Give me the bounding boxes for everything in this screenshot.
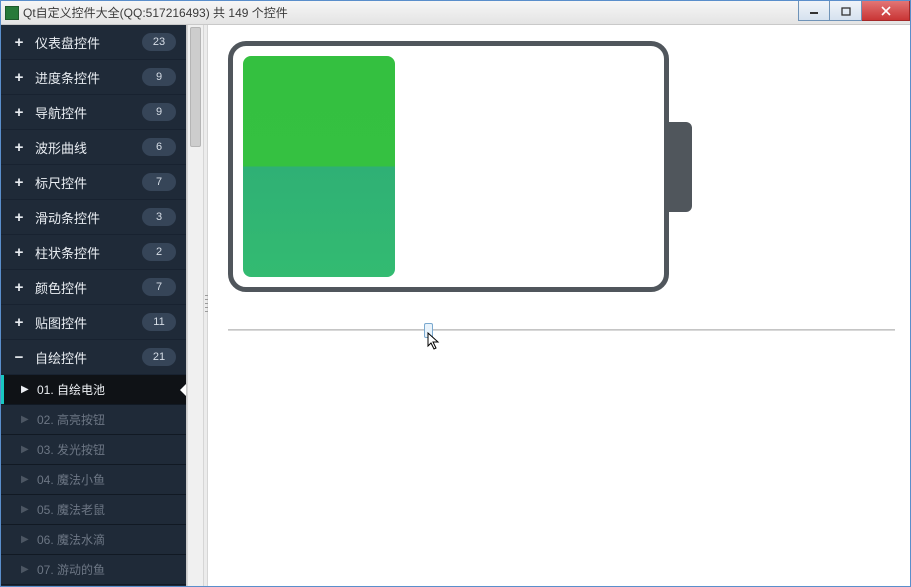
collapse-icon: − bbox=[11, 349, 27, 366]
sidebar-scrollbar[interactable] bbox=[187, 25, 203, 586]
sidebar-item-label: 03. 发光按钮 bbox=[37, 441, 105, 458]
caret-icon: ▶ bbox=[21, 414, 31, 425]
slider-track bbox=[228, 329, 895, 331]
sidebar-cat-5[interactable]: + 滑动条控件3 bbox=[1, 200, 186, 235]
sidebar-cat-8[interactable]: + 贴图控件11 bbox=[1, 305, 186, 340]
sidebar-cat-0[interactable]: + 仪表盘控件23 bbox=[1, 25, 186, 60]
scrollbar-thumb[interactable] bbox=[190, 27, 201, 147]
sidebar-item-5[interactable]: ▶ 06. 魔法水滴 bbox=[1, 525, 186, 555]
sidebar-item-label: 02. 高亮按钮 bbox=[37, 411, 105, 428]
window-controls bbox=[798, 1, 910, 21]
caret-icon: ▶ bbox=[21, 564, 31, 575]
expand-icon: + bbox=[11, 104, 27, 121]
sidebar-cat-9[interactable]: −自绘控件21 bbox=[1, 340, 186, 375]
titlebar[interactable]: Qt自定义控件大全(QQ:517216493) 共 149 个控件 bbox=[1, 1, 910, 25]
sidebar-item-4[interactable]: ▶ 05. 魔法老鼠 bbox=[1, 495, 186, 525]
count-badge: 7 bbox=[142, 278, 176, 296]
count-badge: 21 bbox=[142, 348, 176, 366]
sidebar-item-0[interactable]: ▶ 01. 自绘电池 bbox=[1, 375, 186, 405]
sidebar-cat-7[interactable]: + 颜色控件7 bbox=[1, 270, 186, 305]
sidebar-cat-label: 仪表盘控件 bbox=[35, 33, 142, 52]
expand-icon: + bbox=[11, 69, 27, 86]
caret-icon: ▶ bbox=[21, 504, 31, 515]
minimize-icon bbox=[809, 6, 819, 16]
maximize-icon bbox=[841, 6, 851, 16]
expand-icon: + bbox=[11, 174, 27, 191]
app-icon bbox=[5, 6, 19, 20]
count-badge: 7 bbox=[142, 173, 176, 191]
count-badge: 9 bbox=[142, 68, 176, 86]
sidebar-cat-label: 自绘控件 bbox=[35, 348, 142, 367]
close-button[interactable] bbox=[862, 1, 910, 21]
sidebar-cat-label: 标尺控件 bbox=[35, 173, 142, 192]
sidebar-cat-4[interactable]: + 标尺控件7 bbox=[1, 165, 186, 200]
expand-icon: + bbox=[11, 209, 27, 226]
slider-thumb[interactable] bbox=[424, 323, 433, 338]
count-badge: 3 bbox=[142, 208, 176, 226]
sidebar-cat-1[interactable]: + 进度条控件9 bbox=[1, 60, 186, 95]
sidebar-cat-label: 滑动条控件 bbox=[35, 208, 142, 227]
minimize-button[interactable] bbox=[798, 1, 830, 21]
sidebar-cat-label: 进度条控件 bbox=[35, 68, 142, 87]
expand-icon: + bbox=[11, 314, 27, 331]
sidebar-cat-label: 波形曲线 bbox=[35, 138, 142, 157]
maximize-button[interactable] bbox=[830, 1, 862, 21]
content-pane bbox=[208, 25, 910, 586]
app-window: Qt自定义控件大全(QQ:517216493) 共 149 个控件 + 仪表盘控件… bbox=[0, 0, 911, 587]
client-area: +仪表盘控件23 +进度条控件9 +导航控件9 +波形曲线6 +标尺控件7 +滑… bbox=[1, 25, 910, 586]
sidebar-cat-label: 贴图控件 bbox=[35, 313, 142, 332]
sidebar-item-label: 04. 魔法小鱼 bbox=[37, 471, 105, 488]
caret-icon: ▶ bbox=[21, 534, 31, 545]
sidebar-cat-label: 导航控件 bbox=[35, 103, 142, 122]
count-badge: 23 bbox=[142, 33, 176, 51]
sidebar-item-2[interactable]: ▶ 03. 发光按钮 bbox=[1, 435, 186, 465]
caret-icon: ▶ bbox=[21, 474, 31, 485]
caret-icon: ▶ bbox=[21, 444, 31, 455]
expand-icon: + bbox=[11, 34, 27, 51]
close-icon bbox=[880, 6, 892, 16]
sidebar-item-6[interactable]: ▶ 07. 游动的鱼 bbox=[1, 555, 186, 585]
expand-icon: + bbox=[11, 244, 27, 261]
sidebar-cat-label: 颜色控件 bbox=[35, 278, 142, 297]
battery-widget bbox=[228, 41, 669, 292]
sidebar-cat-3[interactable]: + 波形曲线6 bbox=[1, 130, 186, 165]
sidebar-item-1[interactable]: ▶ 02. 高亮按钮 bbox=[1, 405, 186, 435]
sidebar-cat-6[interactable]: + 柱状条控件2 bbox=[1, 235, 186, 270]
sidebar-cat-label: 柱状条控件 bbox=[35, 243, 142, 262]
window-title: Qt自定义控件大全(QQ:517216493) 共 149 个控件 bbox=[23, 4, 288, 21]
count-badge: 6 bbox=[142, 138, 176, 156]
sidebar-cat-2[interactable]: + 导航控件9 bbox=[1, 95, 186, 130]
battery-fill bbox=[243, 56, 395, 277]
sidebar: +仪表盘控件23 +进度条控件9 +导航控件9 +波形曲线6 +标尺控件7 +滑… bbox=[1, 25, 187, 586]
caret-icon: ▶ bbox=[21, 384, 31, 395]
battery-body bbox=[228, 41, 669, 292]
count-badge: 9 bbox=[142, 103, 176, 121]
sidebar-item-label: 06. 魔法水滴 bbox=[37, 531, 105, 548]
sidebar-item-label: 05. 魔法老鼠 bbox=[37, 501, 105, 518]
count-badge: 11 bbox=[142, 313, 176, 331]
expand-icon: + bbox=[11, 279, 27, 296]
battery-cap bbox=[664, 122, 692, 212]
sidebar-item-3[interactable]: ▶ 04. 魔法小鱼 bbox=[1, 465, 186, 495]
battery-slider[interactable] bbox=[228, 323, 895, 337]
sidebar-item-label: 07. 游动的鱼 bbox=[37, 561, 105, 578]
expand-icon: + bbox=[11, 139, 27, 156]
count-badge: 2 bbox=[142, 243, 176, 261]
sidebar-item-label: 01. 自绘电池 bbox=[37, 381, 105, 398]
